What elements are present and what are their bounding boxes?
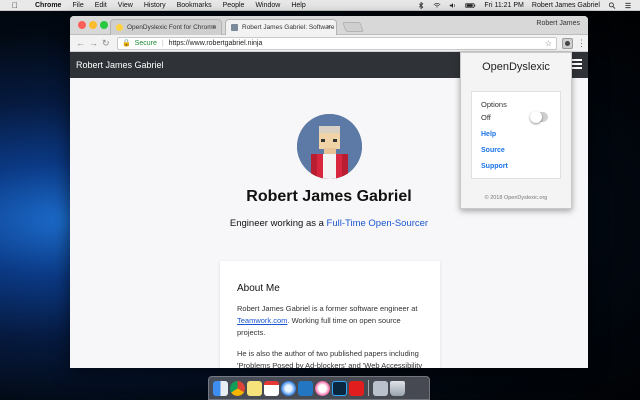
popup-title: OpenDyslexic [482, 61, 550, 73]
tab-title: Robert James Gabriel: Software [242, 24, 335, 31]
tab-robertgabriel[interactable]: Robert James Gabriel: Software × [225, 19, 337, 35]
zoom-window-button[interactable] [100, 21, 108, 29]
acrobat-icon[interactable] [349, 380, 364, 396]
vscode-icon[interactable] [298, 380, 313, 396]
tab-opendyslexic[interactable]: OpenDyslexic Font for Chrome × [110, 19, 222, 35]
forward-arrow-icon[interactable]: → [89, 37, 98, 49]
menu-edit[interactable]: Edit [95, 0, 107, 11]
toggle-state-label: Off [481, 113, 491, 122]
toggle-knob[interactable] [530, 111, 542, 123]
menu-bookmarks[interactable]: Bookmarks [177, 0, 212, 11]
font-toggle-switch[interactable] [530, 111, 548, 123]
safari-icon[interactable] [281, 380, 296, 396]
menu-app-chrome[interactable]: Chrome [35, 0, 61, 11]
popup-footer: © 2018 OpenDyslexic.org [484, 195, 548, 201]
options-label: Options [481, 100, 507, 109]
new-tab-button[interactable] [342, 22, 364, 32]
tab-strip: OpenDyslexic Font for Chrome × Robert Ja… [70, 16, 588, 35]
full-time-open-sourcer-link[interactable]: Full-Time Open-Sourcer [327, 218, 429, 229]
help-link[interactable]: Help [481, 131, 496, 138]
tab-title: OpenDyslexic Font for Chrome [127, 24, 217, 31]
reload-icon[interactable]: ↻ [102, 37, 110, 49]
wifi-icon[interactable] [433, 2, 441, 9]
address-bar[interactable]: 🔒 Secure | https://www.robertgabriel.nin… [117, 37, 557, 50]
opendyslexic-extension-icon[interactable] [562, 38, 573, 49]
support-link[interactable]: Support [481, 163, 508, 170]
calendar-icon[interactable] [264, 380, 279, 396]
close-tab-icon[interactable]: × [212, 20, 216, 35]
macos-menu-bar:  Chrome File Edit View History Bookmark… [0, 0, 640, 11]
opendyslexic-popup: OpenDyslexic Options Off Help Source Sup… [460, 52, 572, 209]
url-text: https://www.robertgabriel.ninja [168, 40, 263, 47]
minimize-window-button[interactable] [89, 21, 97, 29]
chrome-menu-icon[interactable]: ⋮ [577, 37, 586, 49]
close-window-button[interactable] [78, 21, 86, 29]
bluetooth-icon[interactable] [417, 2, 425, 9]
tagline-prefix: Engineer working as a [229, 218, 324, 229]
teamwork-link[interactable]: Teamwork.com [237, 316, 287, 325]
spotlight-icon[interactable] [608, 2, 616, 9]
pixel-avatar-icon [297, 114, 362, 179]
about-card: About Me Robert James Gabriel is a forme… [220, 261, 440, 368]
finder-icon[interactable] [213, 380, 228, 396]
menu-view[interactable]: View [118, 0, 133, 11]
volume-icon[interactable] [449, 2, 457, 9]
lock-icon: 🔒 [122, 40, 131, 47]
menu-window[interactable]: Window [255, 0, 280, 11]
menubar-clock[interactable]: Fri 11:21 PM [484, 0, 524, 11]
about-heading: About Me [237, 283, 280, 294]
itunes-icon[interactable] [315, 380, 330, 396]
source-link[interactable]: Source [481, 147, 505, 154]
trash-icon[interactable] [390, 380, 405, 396]
macos-dock [208, 376, 430, 400]
browser-toolbar: ← → ↻ 🔒 Secure | https://www.robertgabri… [70, 35, 588, 52]
avatar [297, 114, 362, 179]
notes-icon[interactable] [247, 380, 262, 396]
secure-label: Secure [134, 40, 157, 47]
profile-name[interactable]: Robert James [536, 20, 580, 27]
chrome-icon[interactable] [230, 380, 245, 396]
menu-history[interactable]: History [144, 0, 166, 11]
apple-icon[interactable]:  [9, 0, 21, 11]
address-separator: | [161, 40, 164, 47]
preview-icon[interactable] [373, 380, 388, 396]
menubar-status-area: Fri 11:21 PM Robert James Gabriel [417, 0, 632, 11]
about-paragraph-1: Robert James Gabriel is a former softwar… [237, 303, 427, 339]
menu-file[interactable]: File [72, 0, 83, 11]
about-paragraph-2: He is also the author of two published p… [237, 349, 423, 368]
options-panel: Options Off Help Source Support [471, 91, 561, 179]
hamburger-menu-icon[interactable] [572, 59, 582, 71]
close-tab-icon[interactable]: × [327, 20, 331, 35]
site-brand[interactable]: Robert James Gabriel [76, 52, 164, 78]
menu-help[interactable]: Help [291, 0, 305, 11]
menubar-user[interactable]: Robert James Gabriel [532, 0, 600, 11]
site-favicon-icon [231, 24, 238, 31]
chrome-store-favicon-icon [116, 24, 123, 31]
dock-divider [368, 380, 369, 396]
bookmark-star-icon[interactable]: ☆ [545, 38, 552, 49]
about-text: Robert James Gabriel is a former softwar… [237, 304, 418, 313]
back-arrow-icon[interactable]: ← [76, 37, 85, 49]
battery-icon[interactable] [465, 2, 476, 9]
photoshop-icon[interactable] [332, 380, 347, 396]
menu-people[interactable]: People [223, 0, 245, 11]
tagline: Engineer working as a Full-Time Open-Sou… [70, 218, 588, 229]
notification-center-icon[interactable] [624, 2, 632, 9]
